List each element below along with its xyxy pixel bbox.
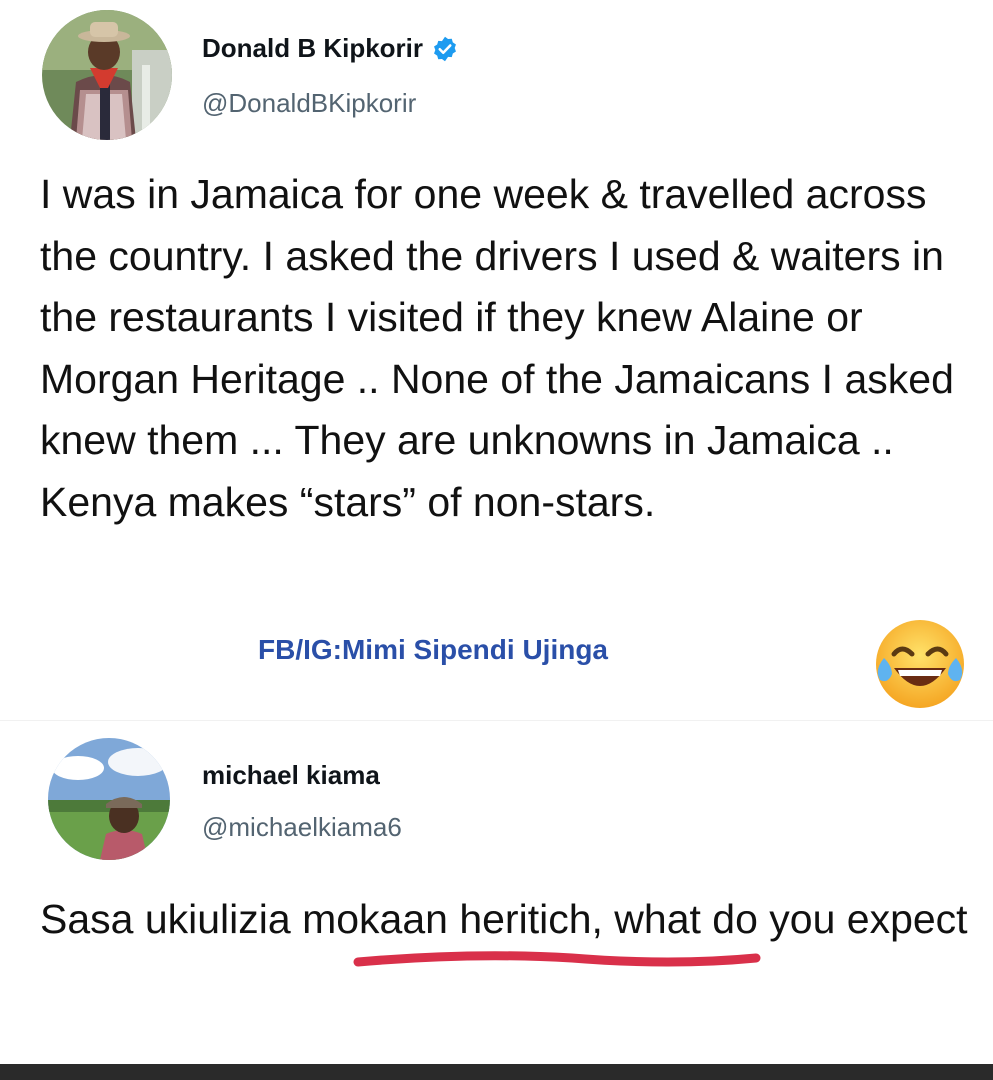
watermark-text: FB/IG:Mimi Sipendi Ujinga bbox=[258, 634, 608, 665]
verified-badge-icon bbox=[431, 35, 459, 63]
tweet-author-name[interactable]: Donald B Kipkorir bbox=[202, 33, 459, 64]
divider bbox=[0, 720, 993, 721]
reply-author-name[interactable]: michael kiama bbox=[202, 760, 380, 791]
face-with-tears-of-joy-emoji bbox=[870, 614, 970, 714]
tweet-author-name-text: Donald B Kipkorir bbox=[202, 33, 424, 63]
reply-author-handle[interactable]: @michaelkiama6 bbox=[202, 812, 402, 843]
screenshot-page: Donald B Kipkorir @DonaldBKipkorir I was… bbox=[0, 0, 993, 1080]
reply-text: Sasa ukiulizia mokaan heritich, what do … bbox=[40, 896, 968, 942]
tweet-author-handle[interactable]: @DonaldBKipkorir bbox=[202, 88, 416, 119]
red-underline-mark bbox=[353, 951, 761, 967]
donald-avatar[interactable] bbox=[42, 10, 172, 140]
tweet-text: I was in Jamaica for one week & travelle… bbox=[40, 171, 954, 525]
michael-avatar[interactable] bbox=[48, 738, 170, 860]
bottom-bar bbox=[0, 1064, 993, 1080]
